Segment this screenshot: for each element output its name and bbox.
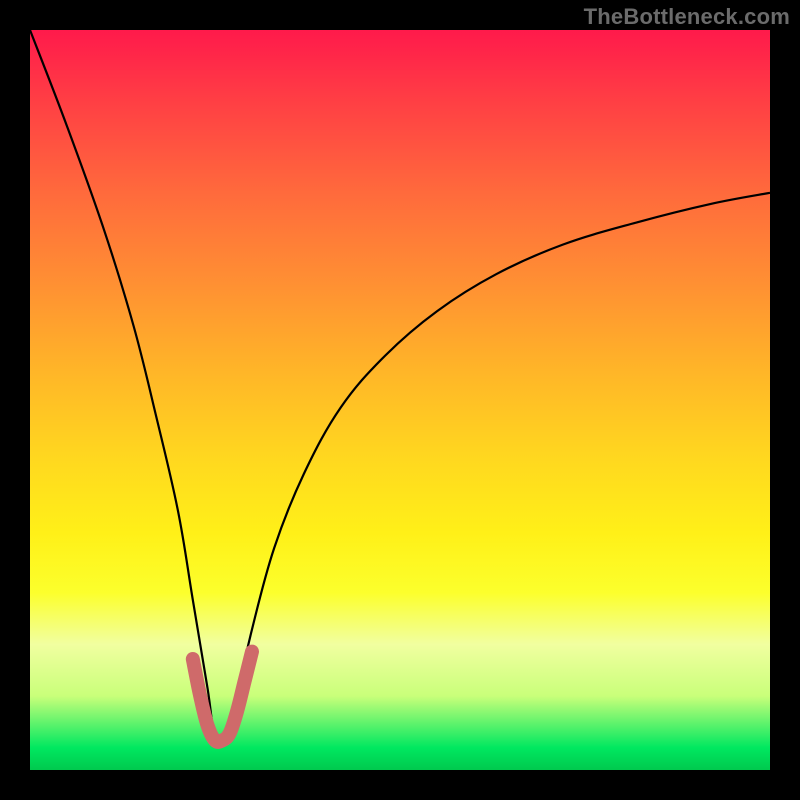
plot-area [30, 30, 770, 770]
chart-svg [30, 30, 770, 770]
watermark-text: TheBottleneck.com [584, 4, 790, 30]
chart-frame: TheBottleneck.com [0, 0, 800, 800]
curve-path [30, 30, 770, 745]
valley-accent-path [193, 652, 252, 742]
